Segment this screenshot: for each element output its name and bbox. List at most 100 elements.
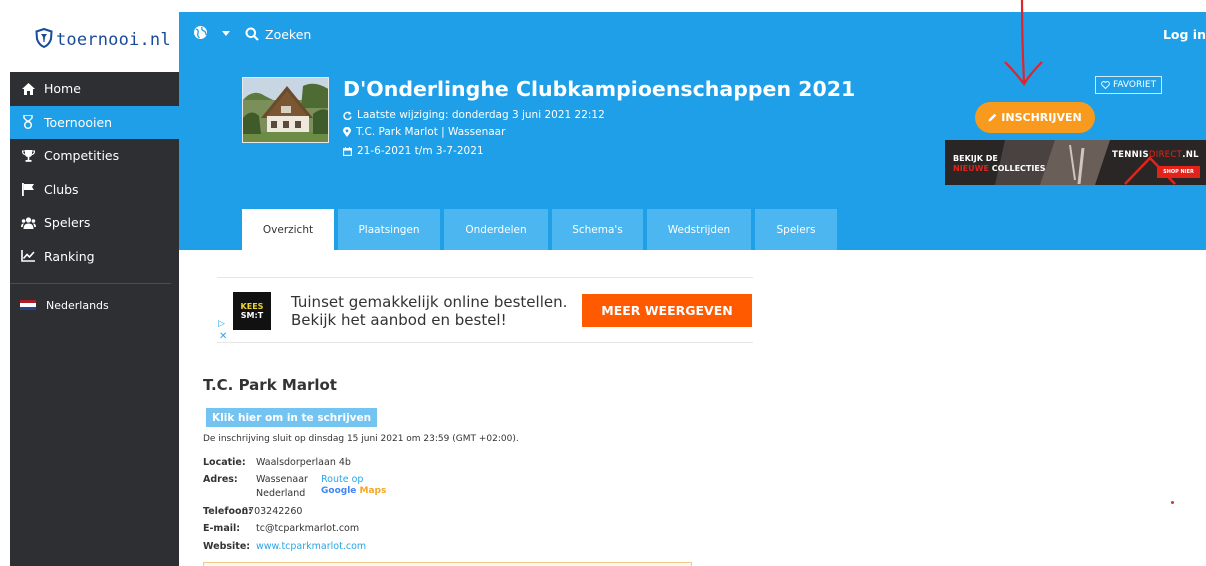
notice-box [203, 562, 692, 566]
cup-icon [20, 149, 36, 163]
heart-icon [1101, 81, 1110, 89]
banner-brand: TENNISDIRECT.NL [1112, 150, 1199, 160]
tournament-tabs: Overzicht Plaatsingen Onderdelen Schema'… [242, 209, 837, 250]
banner-line2-white: COLLECTIES [988, 164, 1046, 173]
ad-line2: Bekijk het aanbod en bestel! [291, 311, 507, 329]
sidebar-item-label: Ranking [44, 248, 95, 264]
venue-title: T.C. Park Marlot [203, 376, 337, 394]
register-button[interactable]: INSCHRIJVEN [975, 102, 1095, 133]
ad-logo-line1: KEES [240, 302, 264, 311]
tournament-image [242, 77, 329, 143]
banner-brand-suffix: .NL [1182, 150, 1199, 160]
advertisement[interactable]: KEES SM:T Tuinset gemakkelijk online bes… [217, 277, 753, 343]
route-link[interactable]: Route op [321, 474, 363, 485]
sidebar-item-label: Spelers [44, 215, 91, 231]
annotation-dot [1171, 501, 1174, 504]
website-link[interactable]: www.tcparkmarlot.com [256, 541, 366, 552]
banner-brand-white: TENNIS [1112, 150, 1149, 160]
site-logo[interactable]: toernooi.nl [0, 12, 179, 70]
tab-onderdelen[interactable]: Onderdelen [444, 209, 548, 250]
location-row: Locatie: Waalsdorperlaan 4b [203, 457, 351, 468]
sidebar-divider [10, 283, 171, 284]
banner-brand-red: DIRECT [1148, 150, 1183, 160]
sidebar-item-label: Competities [44, 148, 120, 164]
refresh-icon [343, 111, 352, 120]
sidebar-item-competities[interactable]: Competities [10, 139, 179, 173]
last-modified-text: Laatste wijziging: donderdag 3 juni 2021… [357, 109, 605, 121]
address-line2: Nederland [256, 488, 306, 499]
tab-wedstrijden[interactable]: Wedstrijden [647, 209, 751, 250]
register-link[interactable]: Klik hier om in te schrijven [206, 408, 378, 427]
phone-value: 0703242260 [242, 506, 303, 517]
flag-icon [20, 182, 36, 196]
shield-logo-icon [35, 28, 53, 48]
banner-line1: BEKIJK DE [953, 154, 998, 163]
advert-banner[interactable]: BEKIJK DE NIEUWE COLLECTIES TENNISDIRECT… [945, 140, 1206, 185]
email-label: E-mail: [203, 523, 241, 534]
calendar-icon [343, 146, 352, 156]
last-modified: Laatste wijziging: donderdag 3 juni 2021… [343, 109, 605, 121]
language-selector[interactable]: Nederlands [10, 294, 179, 316]
search-icon[interactable] [245, 27, 259, 41]
globe-icon[interactable] [193, 25, 208, 40]
email-row: E-mail: tc@tcparkmarlot.com [203, 523, 359, 534]
annotation-arrow [1004, 0, 1043, 86]
address-label: Adres: [203, 474, 238, 485]
location-label: Locatie: [203, 457, 246, 468]
favorite-label: FAVORIET [1113, 80, 1157, 90]
banner-line2-red: NIEUWE [953, 164, 989, 173]
map-pin-icon [343, 127, 351, 137]
location-value: Waalsdorperlaan 4b [256, 457, 351, 468]
dutch-flag-icon [20, 299, 36, 311]
sidebar-item-clubs[interactable]: Clubs [10, 173, 179, 207]
page-title: D'Onderlinghe Clubkampioenschappen 2021 [343, 77, 856, 101]
email-value[interactable]: tc@tcparkmarlot.com [256, 523, 359, 534]
google-maps-maps: Maps [359, 486, 387, 496]
tournament-dates: 21-6-2021 t/m 3-7-2021 [343, 145, 484, 157]
side-nav: Home Toernooien Competities Clubs Speler… [10, 72, 179, 566]
ad-logo-line2: SM:T [240, 311, 264, 320]
favorite-button[interactable]: FAVORIET [1095, 76, 1163, 94]
tab-plaatsingen[interactable]: Plaatsingen [338, 209, 440, 250]
sidebar-item-label: Toernooien [44, 114, 113, 130]
ad-choices-icon[interactable]: ▷ [218, 319, 225, 329]
phone-row: Telefoon: 0703242260 [203, 506, 302, 517]
dates-text: 21-6-2021 t/m 3-7-2021 [357, 145, 484, 157]
users-icon [20, 216, 36, 230]
website-row: Website: www.tcparkmarlot.com [203, 541, 366, 552]
sidebar-item-home[interactable]: Home [10, 72, 179, 106]
banner-line2: NIEUWE COLLECTIES [953, 164, 1046, 173]
ad-logo: KEES SM:T [233, 292, 271, 330]
address-row: Adres: Wassenaar [203, 474, 308, 485]
register-label: INSCHRIJVEN [1001, 111, 1082, 124]
closing-text: De inschrijving sluit op dinsdag 15 juni… [203, 434, 519, 444]
chart-line-icon [20, 249, 36, 263]
tab-schemas[interactable]: Schema's [552, 209, 643, 250]
tournament-location: T.C. Park Marlot | Wassenaar [343, 126, 505, 138]
ad-line1: Tuinset gemakkelijk online bestellen. [291, 293, 568, 311]
sidebar-item-label: Clubs [44, 181, 79, 197]
tab-spelers[interactable]: Spelers [755, 209, 837, 250]
sidebar-item-label: Home [44, 81, 81, 97]
sidebar-item-ranking[interactable]: Ranking [10, 240, 179, 274]
google-maps-google: Google [321, 486, 357, 496]
website-label: Website: [203, 541, 251, 552]
address-line1: Wassenaar [256, 474, 308, 485]
pencil-icon [988, 113, 997, 122]
chevron-down-icon[interactable] [222, 31, 230, 36]
home-icon [20, 82, 36, 96]
google-maps-link[interactable]: Google Maps [321, 486, 386, 496]
logo-text: toernooi.nl [56, 30, 171, 50]
search-button[interactable]: Zoeken [265, 27, 311, 42]
ad-text: Tuinset gemakkelijk online bestellen. Be… [291, 293, 567, 329]
tab-overzicht[interactable]: Overzicht [242, 209, 334, 250]
sidebar: toernooi.nl Home Toernooien Competities … [0, 0, 179, 566]
sidebar-item-toernooien[interactable]: Toernooien [10, 105, 179, 139]
trophy-badge-icon [20, 115, 36, 130]
ad-close-icon[interactable]: ✕ [219, 331, 227, 342]
sidebar-item-spelers[interactable]: Spelers [10, 206, 179, 240]
ad-cta-button[interactable]: MEER WEERGEVEN [582, 294, 752, 327]
location-text[interactable]: T.C. Park Marlot | Wassenaar [356, 126, 505, 138]
login-link[interactable]: Log in [1163, 27, 1206, 42]
banner-shop-button[interactable]: SHOP NIER [1157, 166, 1200, 178]
